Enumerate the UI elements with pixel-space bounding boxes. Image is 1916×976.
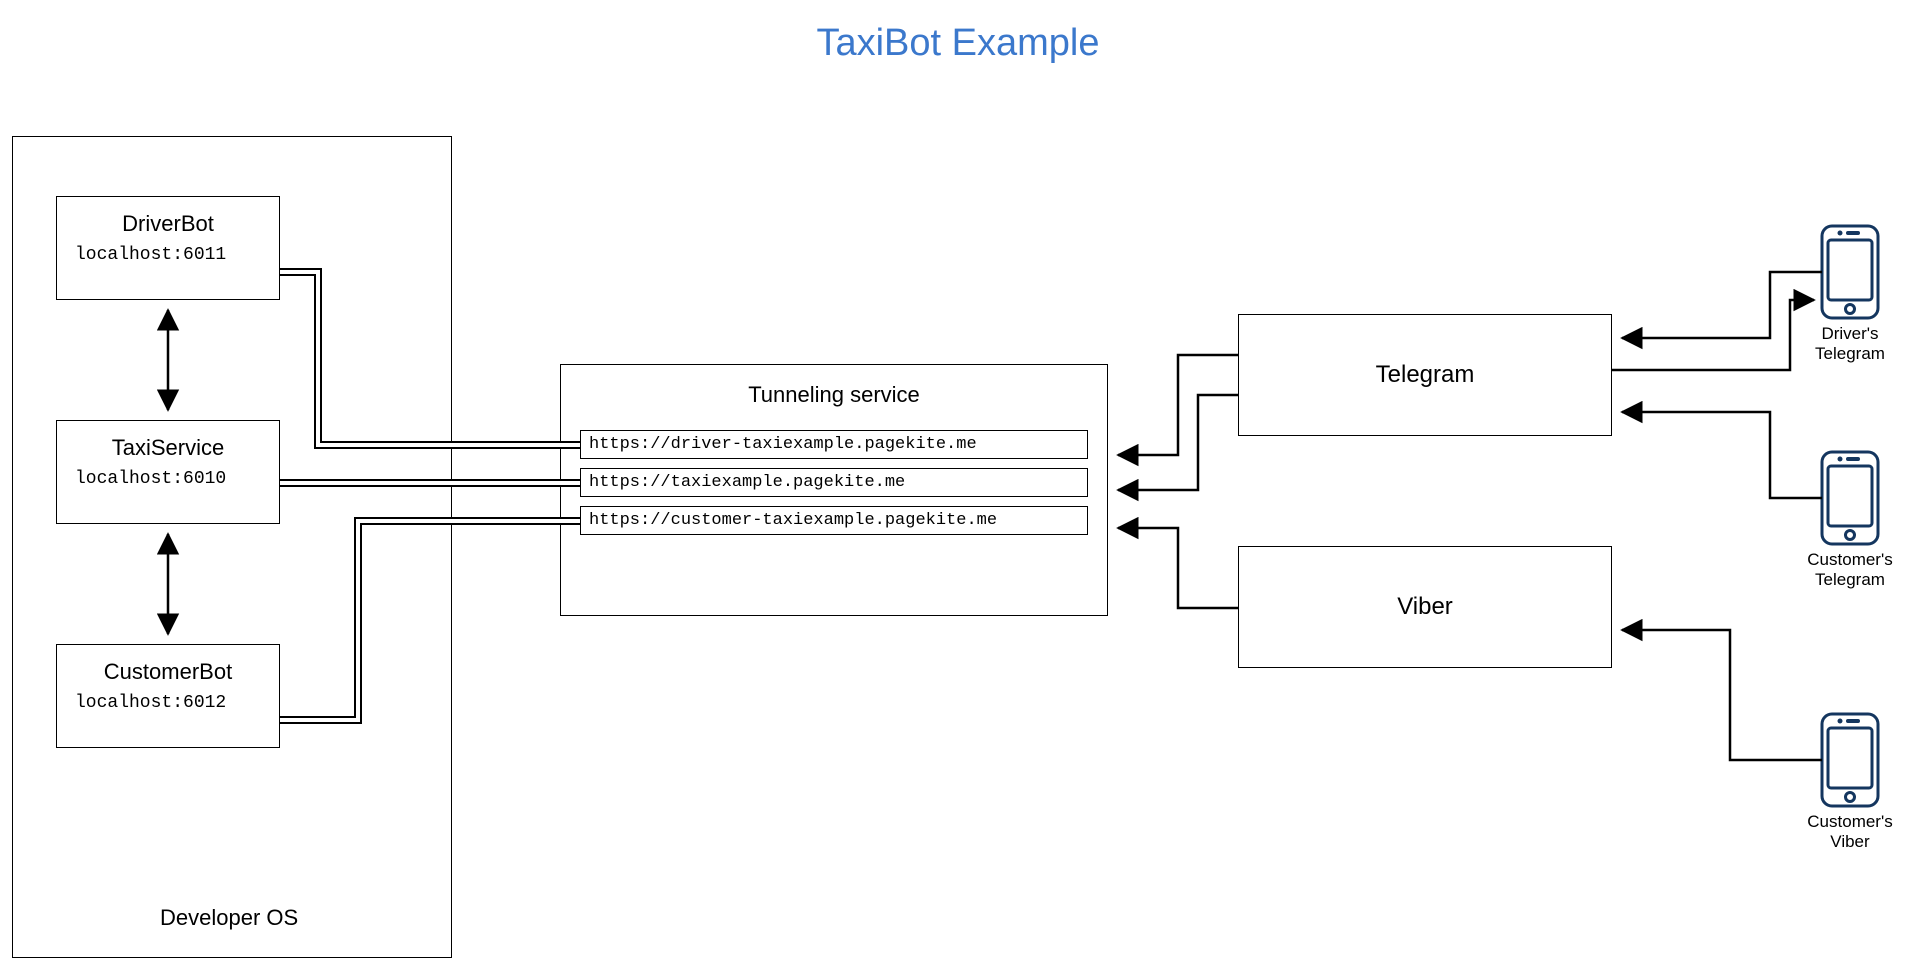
phone-icon-customer-viber (1822, 714, 1878, 806)
phone-icon-driver-telegram (1822, 226, 1878, 318)
phone-icon-customer-telegram (1822, 452, 1878, 544)
driver-bot-addr: localhost:6011 (75, 245, 261, 265)
driver-telegram-label: Driver'sTelegram (1790, 324, 1910, 363)
viber-box: Viber (1238, 546, 1612, 668)
customer-bot-name: CustomerBot (75, 659, 261, 685)
tunnel-url-customer: https://customer-taxiexample.pagekite.me (580, 506, 1088, 535)
tunneling-service-title: Tunneling service (560, 382, 1108, 408)
telegram-box: Telegram (1238, 314, 1612, 436)
arrow-viber-to-tunnel (1118, 528, 1238, 608)
arrow-telegram-to-tunnel-2 (1118, 395, 1238, 490)
customer-bot-box: CustomerBot localhost:6012 (56, 644, 280, 748)
taxi-service-addr: localhost:6010 (75, 469, 261, 489)
developer-os-label: Developer OS (160, 905, 298, 931)
tunnel-url-driver: https://driver-taxiexample.pagekite.me (580, 430, 1088, 459)
driver-bot-name: DriverBot (75, 211, 261, 237)
arrow-telegram-to-tunnel-1 (1118, 355, 1238, 455)
viber-label: Viber (1239, 593, 1611, 621)
page-title: TaxiBot Example (0, 22, 1916, 65)
driver-bot-box: DriverBot localhost:6011 (56, 196, 280, 300)
arrow-customer-viber-phone-to-viber (1622, 630, 1822, 760)
customer-telegram-label: Customer'sTelegram (1780, 550, 1916, 589)
telegram-label: Telegram (1239, 361, 1611, 389)
arrow-telegram-to-driver-phone (1612, 300, 1814, 370)
tunnel-url-taxi: https://taxiexample.pagekite.me (580, 468, 1088, 497)
diagram-canvas: TaxiBot Example Developer OS DriverBot l… (0, 0, 1916, 976)
taxi-service-name: TaxiService (75, 435, 261, 461)
taxi-service-box: TaxiService localhost:6010 (56, 420, 280, 524)
customer-viber-label: Customer'sViber (1780, 812, 1916, 851)
customer-bot-addr: localhost:6012 (75, 693, 261, 713)
arrow-customer-telegram-phone-to-telegram (1622, 412, 1822, 498)
